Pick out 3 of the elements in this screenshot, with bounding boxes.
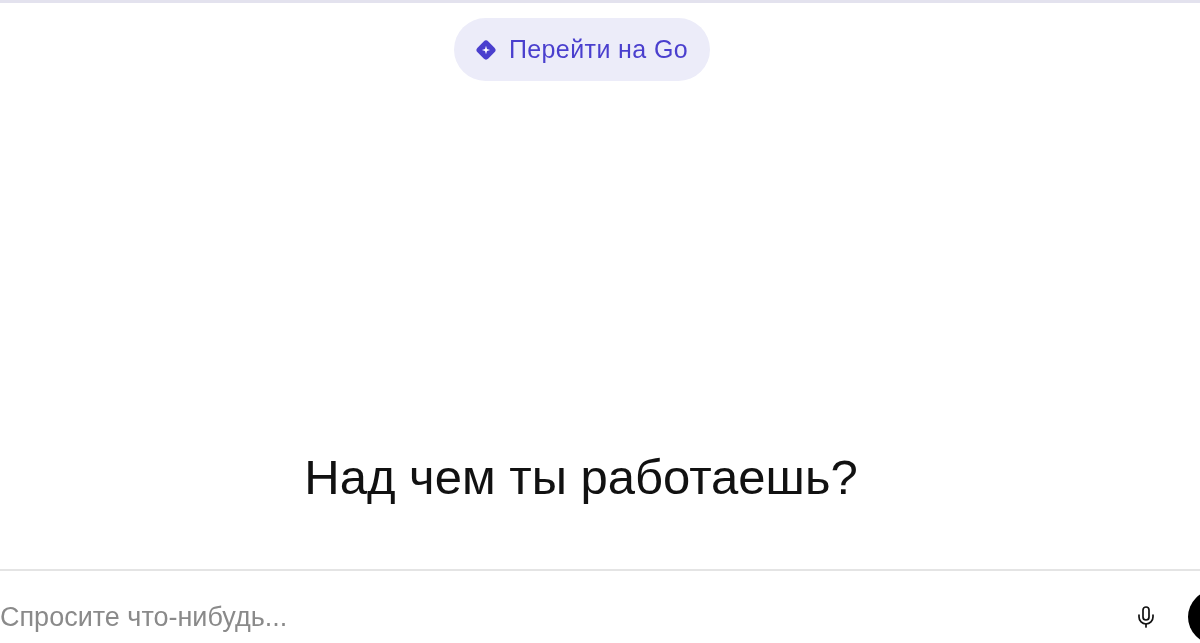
upgrade-button[interactable]: Перейти на Go xyxy=(453,18,711,81)
page-heading: Над чем ты работаешь? xyxy=(304,449,859,505)
message-input[interactable]: Спросите что-нибудь... xyxy=(0,598,1134,636)
